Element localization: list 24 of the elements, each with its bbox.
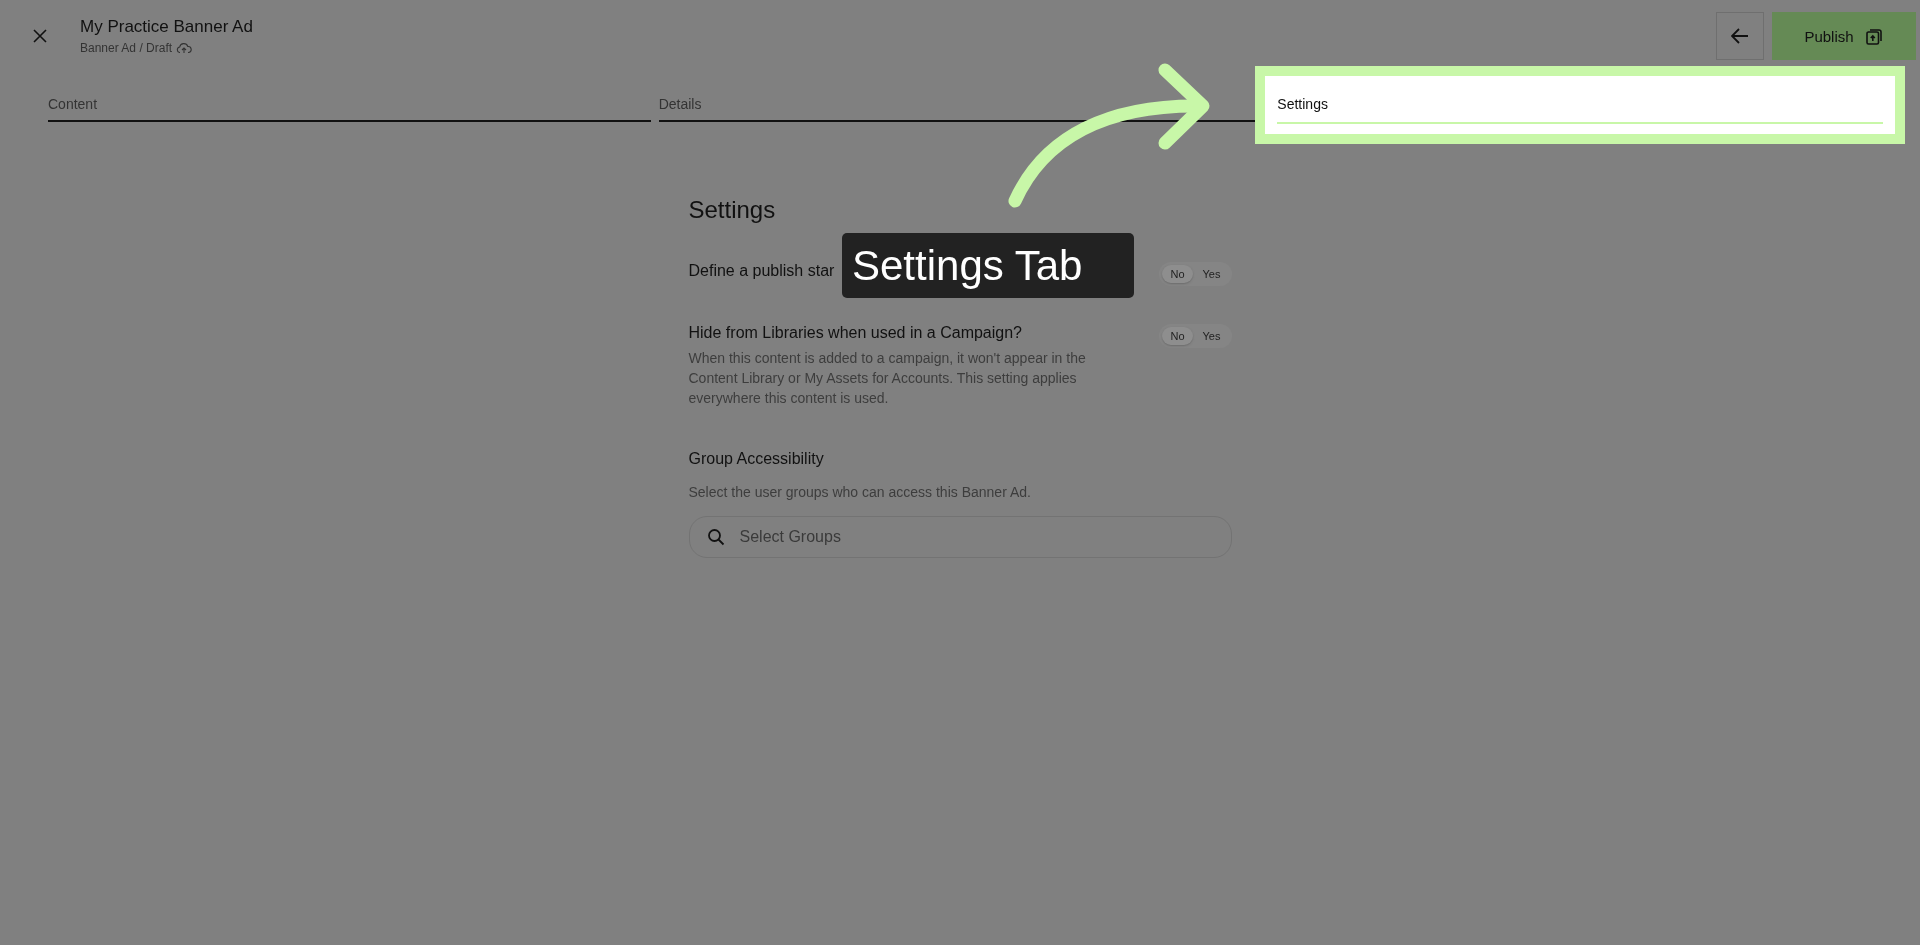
group-description: Select the user groups who can access this Banner Ad. xyxy=(688,484,1032,500)
search-field[interactable]: Select Groups xyxy=(688,516,1232,558)
tab[interactable]: Content xyxy=(48,96,651,122)
document-title: My Practice Banner Ad xyxy=(80,17,254,37)
back-button[interactable] xyxy=(1716,12,1764,60)
callout: Settings Tab xyxy=(842,233,1134,298)
toggle-option[interactable]: No xyxy=(1162,327,1193,345)
toggle-option[interactable]: Yes xyxy=(1194,327,1229,345)
arrow-left-icon xyxy=(1731,28,1749,44)
setting-label: Define a publish star xyxy=(688,262,835,280)
cloud-upload-icon xyxy=(176,42,193,54)
publish-button[interactable]: Publish xyxy=(1772,12,1916,60)
section-title: Settings xyxy=(688,196,777,224)
search-icon xyxy=(706,528,725,546)
setting-label: Hide from Libraries when used in a Campaign? xyxy=(688,324,1022,342)
tab[interactable]: Details xyxy=(658,96,1262,122)
setting-description: When this content is added to a campaign, it won't appear in the Content Library or My Assets for Accounts. This setting applies everywhere this content is used. xyxy=(688,349,1087,408)
toggle-option[interactable]: Yes xyxy=(1194,265,1229,283)
group-title: Group Accessibility xyxy=(688,450,825,468)
upload-icon xyxy=(1863,26,1884,46)
yes-no-toggle[interactable]: No Yes xyxy=(1159,324,1232,348)
toggle-option[interactable]: No xyxy=(1162,265,1193,283)
yes-no-toggle[interactable]: No Yes xyxy=(1159,262,1232,286)
breadcrumb: Banner Ad / Draft xyxy=(80,41,173,55)
